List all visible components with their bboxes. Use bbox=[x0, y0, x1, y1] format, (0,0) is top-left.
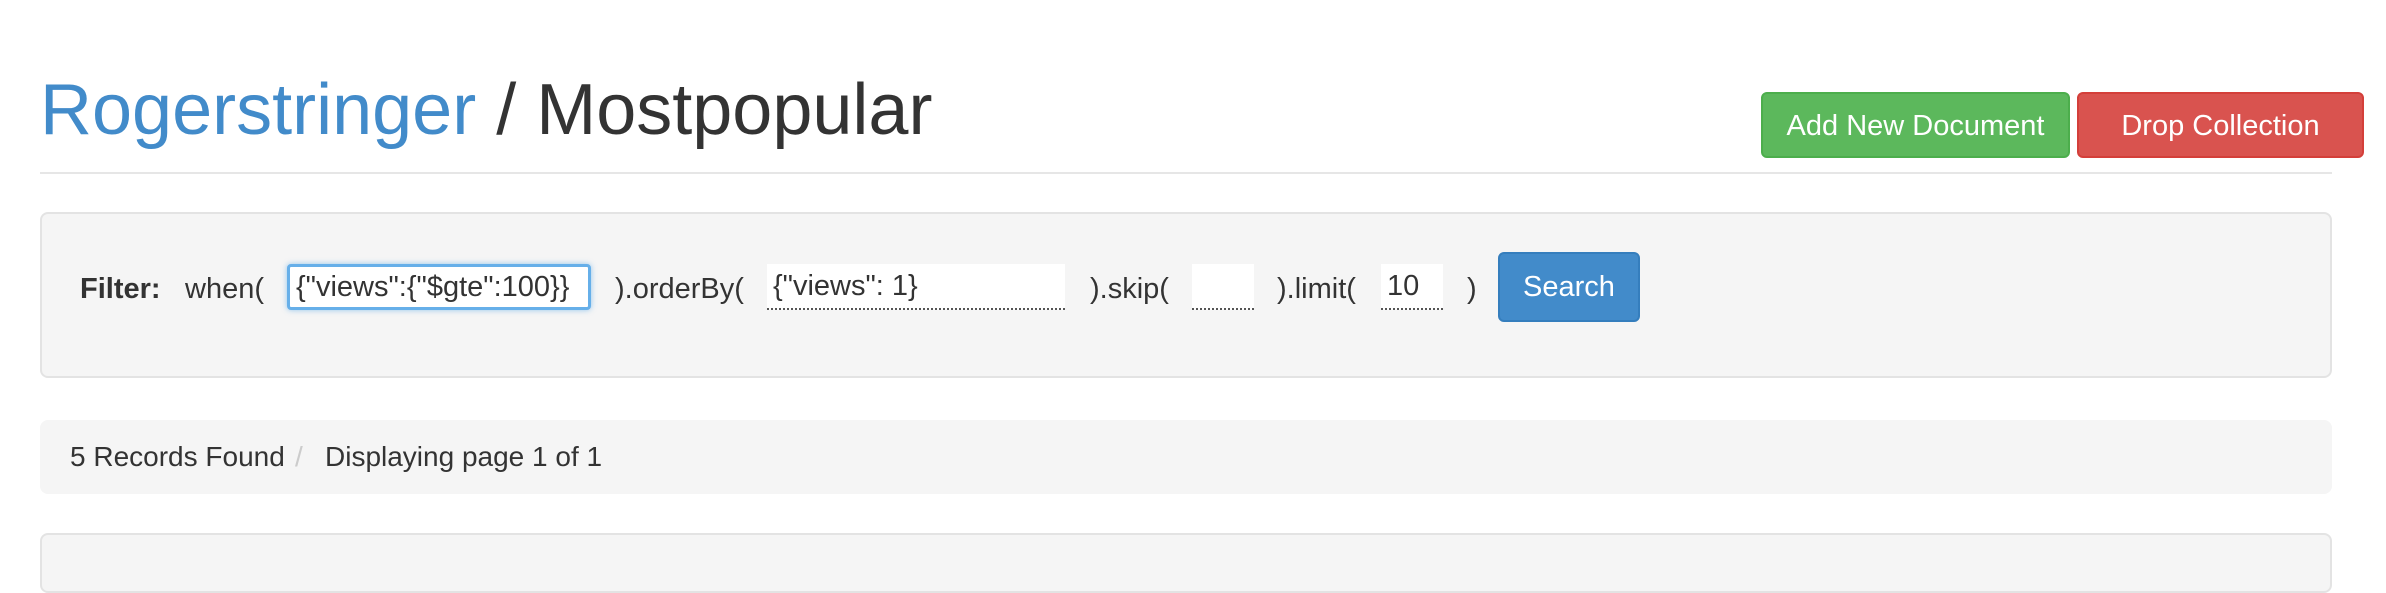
when-query-input[interactable] bbox=[287, 264, 591, 310]
collection-name: Mostpopular bbox=[536, 70, 933, 150]
skip-input[interactable] bbox=[1192, 264, 1254, 310]
documents-panel bbox=[40, 533, 2332, 593]
page-title: Rogerstringer / Mostpopular bbox=[40, 68, 932, 152]
limit-input[interactable] bbox=[1381, 264, 1443, 310]
records-found: 5 Records Found bbox=[70, 441, 285, 472]
orderby-label: ).orderBy( bbox=[615, 273, 744, 305]
drop-collection-button[interactable]: Drop Collection bbox=[2077, 92, 2364, 158]
close-paren: ) bbox=[1467, 273, 1477, 305]
records-breadcrumb: 5 Records Found / Displaying page 1 of 1 bbox=[40, 420, 2332, 494]
filter-panel: Filter: when( ).orderBy( ).skip( ).limit… bbox=[40, 212, 2332, 378]
title-separator: / bbox=[496, 70, 517, 150]
when-label: when( bbox=[185, 273, 264, 305]
page-info: Displaying page 1 of 1 bbox=[325, 441, 603, 472]
search-button[interactable]: Search bbox=[1498, 252, 1640, 322]
filter-label: Filter: bbox=[80, 273, 161, 305]
skip-label: ).skip( bbox=[1090, 273, 1169, 305]
breadcrumb-separator: / bbox=[295, 441, 303, 472]
add-new-document-button[interactable]: Add New Document bbox=[1761, 92, 2070, 158]
orderby-input[interactable] bbox=[767, 264, 1065, 310]
database-link[interactable]: Rogerstringer bbox=[40, 70, 476, 150]
limit-label: ).limit( bbox=[1277, 273, 1356, 305]
page-header: Rogerstringer / Mostpopular Add New Docu… bbox=[40, 56, 2364, 174]
